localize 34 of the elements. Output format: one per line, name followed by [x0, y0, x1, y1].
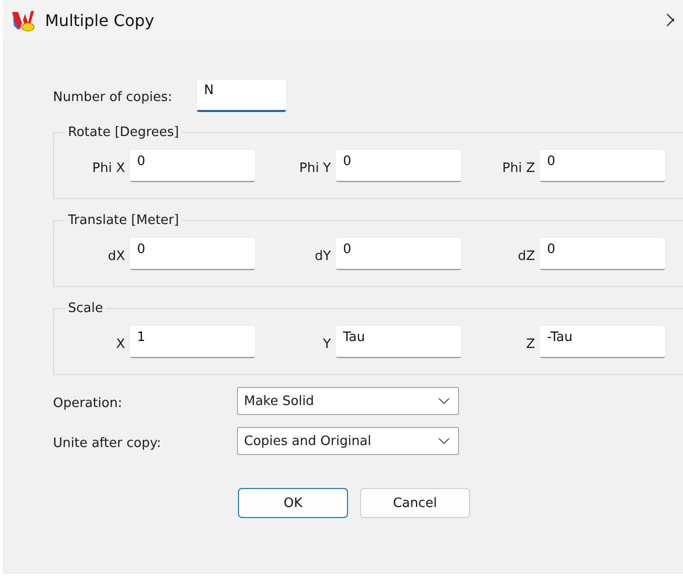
field-label: Y	[322, 336, 332, 352]
field-label: Number of copies:	[53, 89, 174, 105]
chevron-down-icon	[438, 437, 450, 445]
dropdown[interactable]: Copies and Original	[237, 427, 459, 455]
input-field[interactable]: 0	[540, 150, 665, 182]
window-title: Multiple Copy	[45, 10, 154, 30]
group-title: Scale	[67, 301, 104, 316]
input-field[interactable]: 0	[540, 238, 665, 270]
group-title: Rotate [Degrees]	[67, 125, 180, 140]
input-field[interactable]: -Tau	[540, 326, 665, 358]
input-field[interactable]: Tau	[336, 326, 461, 358]
close-icon[interactable]	[666, 13, 674, 27]
field-label: Phi X	[91, 160, 126, 176]
field-label: X	[115, 336, 126, 352]
input-field[interactable]: 1	[130, 326, 255, 358]
input-field[interactable]: 0	[130, 150, 255, 182]
field-label: Phi Y	[298, 160, 332, 176]
group-title: Translate [Meter]	[67, 213, 180, 228]
dropdown[interactable]: Make Solid	[237, 387, 459, 415]
cancel-button[interactable]: Cancel	[360, 488, 470, 518]
field-label: dY	[314, 248, 332, 264]
field-label: dZ	[516, 248, 536, 264]
input-field[interactable]: N	[197, 80, 286, 112]
chevron-down-icon	[438, 397, 450, 405]
field-label: Z	[525, 336, 536, 352]
field-label: Operation:	[53, 394, 124, 410]
field-label: Unite after copy:	[53, 434, 162, 450]
input-field[interactable]: 0	[130, 238, 255, 270]
field-label: Phi Z	[501, 160, 536, 176]
field-label: dX	[106, 248, 126, 264]
app-logo-icon	[11, 8, 35, 32]
input-field[interactable]: 0	[336, 238, 461, 270]
ok-button[interactable]: OK	[238, 488, 348, 518]
input-field[interactable]: 0	[336, 150, 461, 182]
